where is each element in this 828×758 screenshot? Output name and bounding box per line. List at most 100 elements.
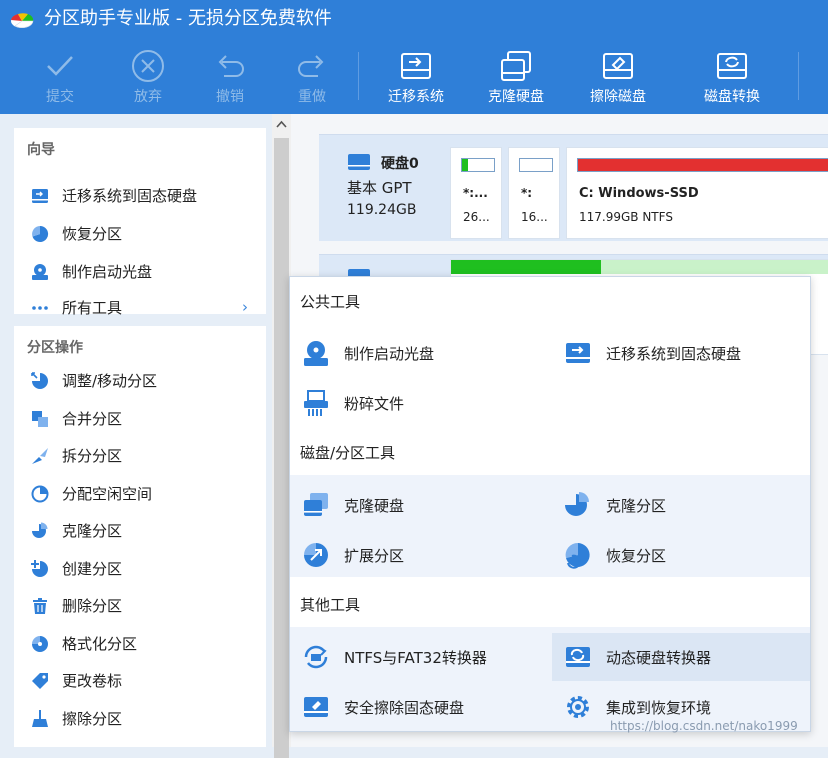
partition-tile[interactable]: *: 16... bbox=[508, 147, 560, 239]
section-title-other: 其他工具 bbox=[300, 596, 361, 614]
op-item-label: 擦除分区 bbox=[62, 710, 123, 728]
partition-tile[interactable]: *:... 26... bbox=[450, 147, 502, 239]
wizard-item-boot-disc[interactable]: 制作启动光盘 bbox=[14, 254, 266, 290]
operations-header: 分区操作 bbox=[27, 340, 83, 356]
boot-disc-icon bbox=[32, 264, 48, 280]
section-title-common: 公共工具 bbox=[300, 293, 361, 311]
op-item-label: 调整/移动分区 bbox=[62, 372, 158, 390]
tool-migrate-ssd[interactable]: 迁移系统到固态硬盘 bbox=[552, 329, 810, 377]
wizard-item-all-tools[interactable]: 所有工具 › bbox=[14, 290, 266, 326]
toolbar-separator bbox=[798, 52, 799, 100]
op-item-merge[interactable]: 合并分区 bbox=[14, 401, 266, 437]
op-item-label: 创建分区 bbox=[62, 560, 123, 578]
partition-usage-bar bbox=[519, 158, 553, 172]
submit-button[interactable]: 提交 bbox=[28, 48, 92, 108]
convert-disk-icon bbox=[717, 53, 747, 79]
op-item-label: 格式化分区 bbox=[62, 635, 138, 653]
split-partition-icon bbox=[32, 448, 48, 464]
check-icon bbox=[47, 56, 73, 76]
disk-0-info: 硬盘0 基本 GPT 119.24GB bbox=[347, 151, 419, 218]
clone-disk-icon bbox=[304, 493, 328, 516]
tool-clone-disk[interactable]: 克隆硬盘 bbox=[290, 481, 550, 529]
tool-make-boot-disc[interactable]: 制作启动光盘 bbox=[290, 329, 550, 377]
window-title: 分区助手专业版 - 无损分区免费软件 bbox=[44, 8, 332, 29]
tool-extend-partition[interactable]: 扩展分区 bbox=[290, 531, 550, 579]
wizard-item-label: 所有工具 bbox=[62, 299, 123, 317]
scroll-up-arrow-icon[interactable] bbox=[272, 114, 291, 134]
tool-label: 安全擦除固态硬盘 bbox=[344, 699, 465, 717]
operations-panel: 分区操作 调整/移动分区 合并分区 拆分分区 分配空闲空间 克隆分区 创建分区 … bbox=[14, 326, 266, 747]
resize-partition-icon bbox=[31, 372, 48, 389]
gear-icon bbox=[567, 696, 589, 718]
op-item-create[interactable]: 创建分区 bbox=[14, 551, 266, 587]
partition-size: 117.99GB NTFS bbox=[579, 210, 673, 224]
undo-button[interactable]: 撤销 bbox=[198, 48, 262, 108]
redo-icon bbox=[298, 55, 324, 77]
convert-disk-label: 磁盘转换 bbox=[704, 89, 760, 105]
wizard-item-migrate-ssd[interactable]: 迁移系统到固态硬盘 bbox=[14, 178, 266, 214]
wipe-disk-icon bbox=[603, 53, 633, 79]
disk-0-row[interactable]: 硬盘0 基本 GPT 119.24GB *:... 26... *: 16...… bbox=[319, 134, 828, 241]
op-item-label: 删除分区 bbox=[62, 597, 123, 615]
tool-label: 克隆分区 bbox=[606, 497, 667, 515]
tool-label: 迁移系统到固态硬盘 bbox=[606, 345, 742, 363]
wizard-item-label: 恢复分区 bbox=[62, 225, 123, 243]
partition-usage-bar bbox=[577, 158, 828, 172]
scrollbar-thumb[interactable] bbox=[274, 138, 289, 758]
op-item-allocate-free-space[interactable]: 分配空闲空间 bbox=[14, 476, 266, 512]
redo-label: 重做 bbox=[298, 89, 326, 105]
partition-label: *: bbox=[521, 186, 533, 200]
tool-label: 动态硬盘转换器 bbox=[606, 649, 712, 667]
extend-partition-icon bbox=[304, 543, 328, 567]
op-item-delete[interactable]: 删除分区 bbox=[14, 588, 266, 624]
clone-disk-label: 克隆硬盘 bbox=[488, 89, 544, 105]
toolbar-separator bbox=[358, 52, 359, 100]
wizard-item-label: 制作启动光盘 bbox=[62, 263, 153, 281]
discard-button[interactable]: 放弃 bbox=[116, 48, 180, 108]
partition-usage-fill bbox=[451, 260, 601, 274]
format-partition-icon bbox=[32, 636, 48, 652]
migrate-ssd-icon bbox=[566, 343, 590, 363]
tool-ntfs-fat32-converter[interactable]: NTFS与FAT32转换器 bbox=[290, 633, 550, 681]
op-item-wipe[interactable]: 擦除分区 bbox=[14, 701, 266, 737]
tool-clone-partition[interactable]: 克隆分区 bbox=[552, 481, 810, 529]
partition-usage-bar bbox=[461, 158, 495, 172]
wizard-item-recover-partition[interactable]: 恢复分区 bbox=[14, 216, 266, 252]
disk-style: 基本 GPT bbox=[347, 179, 412, 197]
clone-partition-icon bbox=[565, 492, 589, 516]
migrate-os-label: 迁移系统 bbox=[388, 89, 444, 105]
op-item-split[interactable]: 拆分分区 bbox=[14, 438, 266, 474]
op-item-format[interactable]: 格式化分区 bbox=[14, 626, 266, 662]
partition-usage-fill bbox=[462, 159, 469, 171]
migrate-os-button[interactable]: 迁移系统 bbox=[378, 48, 454, 108]
merge-partition-icon bbox=[32, 411, 48, 427]
allocate-space-icon bbox=[31, 485, 49, 503]
migrate-ssd-icon bbox=[32, 189, 48, 203]
disk-name: 硬盘0 bbox=[381, 156, 419, 172]
tool-dynamic-disk-converter[interactable]: 动态硬盘转换器 bbox=[552, 633, 810, 681]
tool-secure-erase-ssd[interactable]: 安全擦除固态硬盘 bbox=[290, 683, 550, 731]
wipe-disk-button[interactable]: 擦除磁盘 bbox=[580, 48, 656, 108]
title-bar: 分区助手专业版 - 无损分区免费软件 bbox=[0, 0, 828, 38]
recover-partition-icon bbox=[565, 542, 590, 569]
tool-label: 制作启动光盘 bbox=[344, 345, 435, 363]
undo-icon bbox=[218, 55, 244, 77]
op-item-change-label[interactable]: 更改卷标 bbox=[14, 663, 266, 699]
op-item-resize-move[interactable]: 调整/移动分区 bbox=[14, 363, 266, 399]
op-item-label: 更改卷标 bbox=[62, 672, 123, 690]
wizard-panel: 向导 迁移系统到固态硬盘 恢复分区 制作启动光盘 所有工具 › bbox=[14, 128, 266, 317]
toolbar: 提交 放弃 撤销 重做 迁移系统 克隆硬盘 擦除磁盘 磁盘转换 bbox=[0, 38, 828, 114]
tool-recover-partition[interactable]: 恢复分区 bbox=[552, 531, 810, 579]
secure-erase-ssd-icon bbox=[304, 697, 328, 717]
tool-label: 粉碎文件 bbox=[344, 395, 405, 413]
op-item-clone-partition[interactable]: 克隆分区 bbox=[14, 513, 266, 549]
boot-disc-icon bbox=[304, 341, 328, 366]
broom-icon bbox=[32, 710, 48, 727]
tool-shred-files[interactable]: 粉碎文件 bbox=[290, 379, 550, 427]
redo-button[interactable]: 重做 bbox=[280, 48, 344, 108]
partition-usage-fill bbox=[578, 159, 828, 171]
clone-disk-button[interactable]: 克隆硬盘 bbox=[478, 48, 554, 108]
convert-disk-button[interactable]: 磁盘转换 bbox=[694, 48, 770, 108]
partition-size: 16... bbox=[521, 210, 548, 224]
partition-tile-c[interactable]: C: Windows-SSD 117.99GB NTFS bbox=[566, 147, 828, 239]
